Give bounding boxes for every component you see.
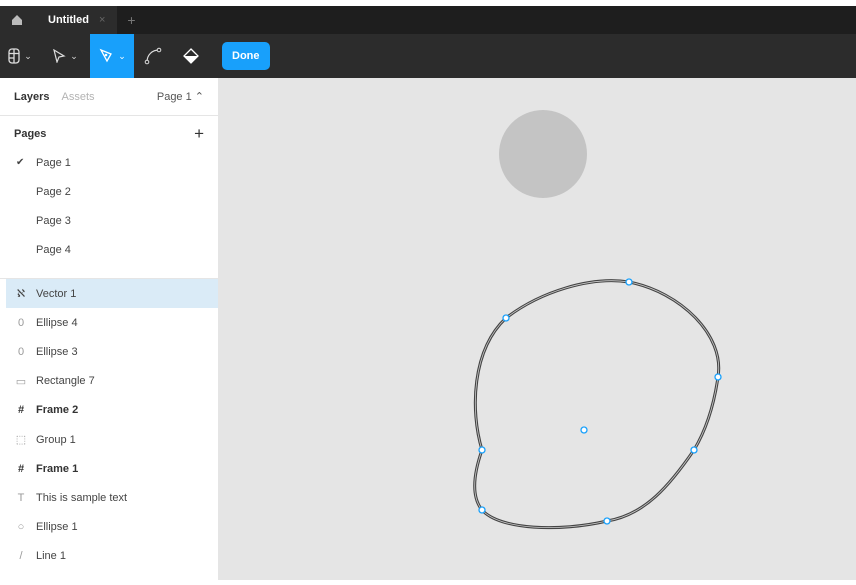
anchor-point[interactable]	[714, 373, 722, 381]
page-selector[interactable]: Page 1 ⌃	[157, 90, 204, 103]
page-label: Page 3	[36, 214, 71, 227]
add-page-button[interactable]: +	[194, 124, 204, 144]
anchor-point[interactable]	[690, 446, 698, 454]
layer-label: This is sample text	[36, 491, 128, 504]
line-icon: /	[19, 550, 23, 563]
tab-title: Untitled	[48, 14, 89, 26]
layer-item[interactable]: ▭ Rectangle 7	[6, 367, 218, 396]
layer-label: Rectangle 7	[36, 375, 95, 388]
tab-assets[interactable]: Assets	[61, 91, 94, 103]
layer-item[interactable]: / Line 1	[6, 542, 218, 571]
frame-icon: #	[17, 404, 25, 417]
gray-ellipse[interactable]	[499, 110, 587, 198]
tab-bar: Untitled × +	[0, 6, 856, 34]
toolbar: ⌄ ⌄ ⌄ Done	[0, 34, 856, 78]
canvas[interactable]	[219, 78, 856, 580]
layers-panel: Layers Assets Page 1 ⌃ Pages + ✔ Page 1 Pa…	[0, 78, 219, 580]
page-label: Page 2	[36, 185, 71, 198]
layer-label: Frame 1	[36, 462, 79, 475]
layer-item[interactable]: # Frame 2	[6, 396, 218, 425]
pages-section: Pages + ✔ Page 1 Page 2 Page 3 Page 4	[0, 116, 218, 279]
rectangle-icon: ▭	[15, 375, 27, 388]
pointer-icon	[53, 49, 66, 63]
center-point[interactable]	[580, 426, 588, 434]
chevron-down-icon: ⌄	[70, 50, 78, 61]
layer-label: Ellipse 4	[36, 316, 78, 329]
frame-icon: #	[17, 462, 25, 475]
layer-item[interactable]: ℵ Vector 1	[6, 279, 218, 309]
layer-list: ℵ Vector 1 0 Ellipse 4 0 Ellipse 3 ▭ Rectang…	[6, 279, 218, 571]
pen-icon	[99, 48, 113, 63]
layer-item[interactable]: ○ Ellipse 1	[6, 513, 218, 542]
home-icon	[12, 15, 22, 25]
anchor-point[interactable]	[478, 506, 486, 514]
tab-layers[interactable]: Layers	[14, 91, 49, 103]
vector-icon: ℵ	[16, 288, 26, 301]
layer-label: Group 1	[36, 433, 76, 446]
layer-label: Ellipse 3	[36, 345, 78, 358]
tab-untitled[interactable]: Untitled ×	[34, 6, 118, 34]
chevron-down-icon: ⌄	[118, 50, 126, 61]
anchor-point[interactable]	[625, 278, 633, 286]
home-button[interactable]	[0, 6, 34, 34]
page-label: Page 4	[36, 243, 71, 256]
done-button[interactable]: Done	[222, 42, 270, 70]
page-item[interactable]: Page 4	[0, 235, 218, 264]
vector-path[interactable]	[473, 279, 721, 530]
page-label: Page 1	[36, 156, 71, 169]
page-item[interactable]: Page 2	[0, 177, 218, 206]
page-item[interactable]: ✔ Page 1	[0, 148, 218, 177]
pages-title: Pages	[14, 128, 47, 140]
text-icon: T	[17, 491, 25, 504]
close-tab-icon[interactable]: ×	[99, 14, 105, 26]
layer-label: Frame 2	[36, 404, 79, 417]
bend-tool-button[interactable]	[134, 34, 172, 78]
page-item[interactable]: Page 3	[0, 206, 218, 235]
anchor-point[interactable]	[478, 446, 486, 454]
bend-icon	[144, 47, 162, 65]
group-icon: ⬚	[15, 434, 27, 447]
anchor-point[interactable]	[502, 314, 510, 322]
layer-item[interactable]: T This is sample text	[6, 483, 218, 512]
layer-item[interactable]: 0 Ellipse 3	[6, 337, 218, 366]
move-tool-button[interactable]: ⌄	[40, 34, 90, 78]
ellipse-icon: ○	[17, 521, 25, 534]
pen-tool-button[interactable]: ⌄	[90, 34, 134, 78]
ellipse-icon: 0	[17, 316, 25, 329]
new-tab-button[interactable]: +	[127, 12, 135, 28]
ellipse-icon: 0	[17, 345, 25, 358]
layer-item[interactable]: ⬚ Group 1	[6, 425, 218, 454]
layer-label: Ellipse 1	[36, 521, 78, 534]
layer-item[interactable]: 0 Ellipse 4	[6, 308, 218, 337]
layer-label: Vector 1	[36, 287, 77, 300]
main-menu-button[interactable]: ⌄	[0, 34, 40, 78]
canvas-drawing	[473, 110, 722, 530]
layer-label: Line 1	[36, 550, 66, 563]
chevron-down-icon: ⌄	[24, 50, 32, 61]
paint-bucket-icon	[183, 48, 199, 64]
paint-bucket-button[interactable]	[172, 34, 210, 78]
layer-item[interactable]: # Frame 1	[6, 454, 218, 483]
anchor-point[interactable]	[603, 517, 611, 525]
figma-menu-icon	[8, 48, 20, 64]
check-icon: ✔	[16, 157, 25, 168]
